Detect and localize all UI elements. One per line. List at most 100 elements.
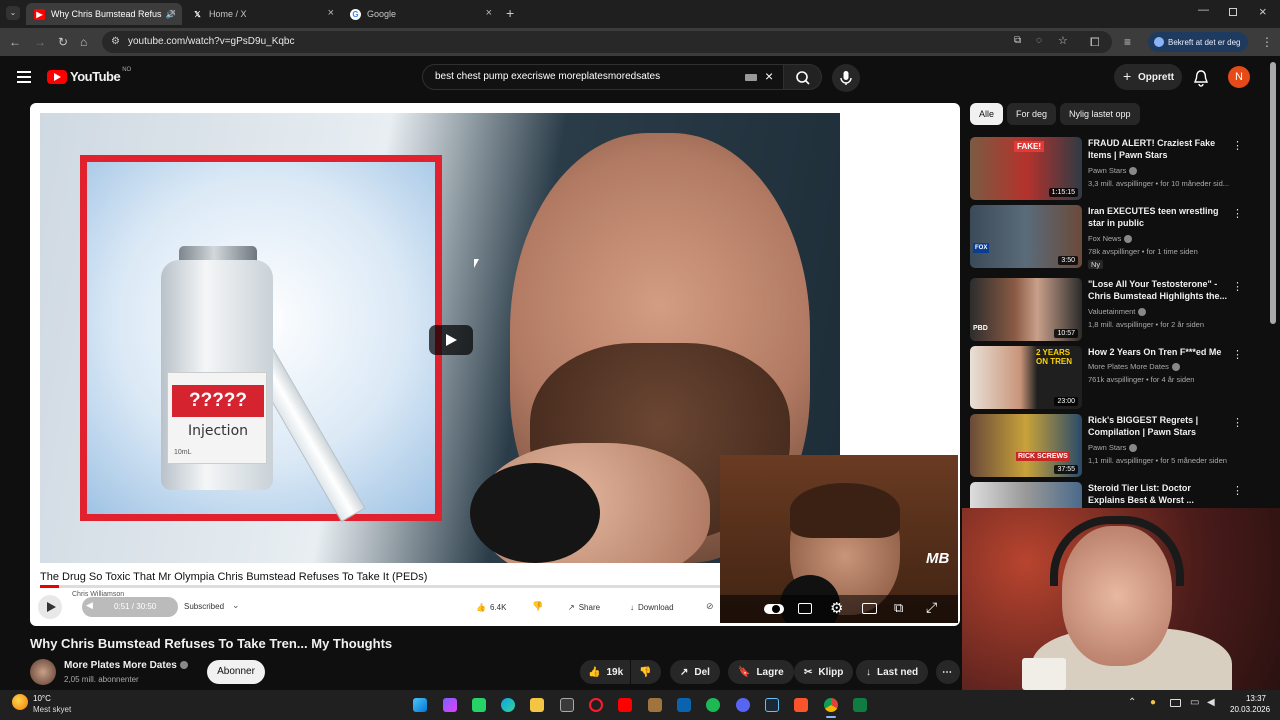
weather-temp[interactable]: 10°C	[33, 694, 51, 703]
search-button[interactable]	[784, 64, 822, 90]
profile-verify-chip[interactable]: Bekreft at det er deg	[1148, 32, 1248, 52]
voice-search-button[interactable]	[832, 64, 860, 92]
bookmark-star-icon[interactable]: ☆	[1058, 34, 1068, 47]
discord-icon[interactable]	[736, 698, 750, 712]
excel-icon[interactable]	[853, 698, 867, 712]
chip-for-you[interactable]: For deg	[1007, 103, 1057, 125]
recommended-video[interactable]: Steroid Tier List: Doctor Explains Best …	[970, 482, 1270, 508]
steam-icon[interactable]	[765, 698, 779, 712]
store-icon[interactable]	[560, 698, 574, 712]
brave-icon[interactable]	[794, 698, 808, 712]
subscribe-button[interactable]: Abonner	[207, 660, 265, 684]
theater-mode-icon[interactable]	[862, 603, 877, 614]
search-input[interactable]: best chest pump execriswe moreplatesmore…	[422, 64, 784, 90]
save-button[interactable]: 🔖 Lagre	[728, 660, 794, 684]
like-button[interactable]: 👍 19k	[580, 660, 630, 684]
site-info-icon[interactable]: ⚙	[111, 36, 120, 47]
volume-icon[interactable]: ◀	[86, 600, 93, 611]
reload-icon[interactable]: ↻	[58, 35, 68, 49]
chevron-down-icon[interactable]: ⌄	[232, 600, 240, 611]
recommended-video[interactable]: RICK SCREWS 37:55 Rick's BIGGEST Regrets…	[970, 414, 1270, 478]
channel-name[interactable]: More Plates More Dates	[64, 660, 188, 671]
tray-keyboard-icon[interactable]	[1170, 699, 1181, 707]
youtube-logo[interactable]: YouTube NO	[47, 67, 131, 84]
like-button-small[interactable]: 👍 6.4K	[476, 597, 506, 617]
download-button[interactable]: ↓ Last ned	[856, 660, 929, 684]
tray-chevron-icon[interactable]: ⌃	[1128, 697, 1136, 708]
close-tab-icon[interactable]: ×	[328, 7, 334, 19]
taskbar-clock[interactable]: 13:37 20.03.2026	[1230, 694, 1270, 714]
autoplay-toggle[interactable]	[764, 604, 784, 614]
reading-list-icon[interactable]: ≡	[1124, 35, 1131, 49]
minimize-icon[interactable]: —	[1198, 4, 1209, 16]
youtube-app-icon[interactable]	[618, 698, 632, 712]
more-vert-icon[interactable]: ⋮	[1232, 139, 1243, 152]
subtitles-icon[interactable]	[798, 603, 812, 614]
close-tab-icon[interactable]: ×	[170, 7, 176, 19]
tab-youtube[interactable]: ▶ Why Chris Bumstead Refus 🔊 ×	[26, 3, 182, 25]
weather-desc[interactable]: Mest skyet	[33, 705, 71, 714]
forward-icon[interactable]: →	[34, 35, 46, 49]
subscribed-button[interactable]: Subscribed	[184, 602, 224, 611]
address-bar[interactable]: ⚙ youtube.com/watch?v=gPsD9u_Kqbc ⧉ ◌ ☆	[102, 31, 1112, 53]
more-actions-button[interactable]: ⋯	[936, 660, 960, 684]
chat-icon[interactable]	[472, 698, 486, 712]
more-vert-icon[interactable]: ⋮	[1232, 207, 1243, 220]
new-tab-button[interactable]: +	[506, 5, 514, 21]
account-avatar[interactable]: N	[1228, 66, 1250, 88]
notifications-bell-icon[interactable]	[1193, 69, 1209, 87]
tab-search-icon[interactable]: ⌄	[6, 6, 20, 20]
browser-menu-icon[interactable]: ⋮	[1261, 35, 1273, 49]
tray-volume-icon[interactable]: ◀	[1207, 697, 1215, 708]
channel-avatar[interactable]	[30, 659, 56, 685]
copilot-icon[interactable]	[443, 698, 457, 712]
close-tab-icon[interactable]: ×	[486, 7, 492, 19]
tab-x[interactable]: 𝕏 Home / X ×	[184, 3, 340, 25]
home-icon[interactable]: ⌂	[80, 35, 87, 49]
cast-icon[interactable]: ⧉	[894, 600, 903, 616]
create-button[interactable]: + Opprett	[1114, 64, 1182, 90]
fullscreen-icon[interactable]: ⤢	[926, 599, 937, 616]
eye-off-icon[interactable]: ◌	[1036, 35, 1042, 46]
chrome-icon[interactable]	[824, 698, 838, 712]
share-button[interactable]: ↗ Del	[670, 660, 720, 684]
opera-icon[interactable]	[589, 698, 603, 712]
tray-network-icon[interactable]: ▭	[1190, 697, 1199, 708]
more-vert-icon[interactable]: ⋮	[1232, 416, 1243, 429]
thanks-icon[interactable]: ⊘	[706, 601, 714, 612]
game-icon[interactable]	[648, 698, 662, 712]
settings-gear-icon[interactable]: ⚙	[830, 599, 843, 617]
recommended-video[interactable]: 2 YEARS ON TREN 23:00 How 2 Years On Tren…	[970, 346, 1270, 410]
file-explorer-icon[interactable]	[530, 698, 544, 712]
keyboard-icon[interactable]	[745, 74, 757, 81]
play-button[interactable]	[429, 325, 473, 355]
share-button-small[interactable]: ↗ Share	[568, 597, 600, 617]
page-scrollbar[interactable]	[1270, 62, 1276, 324]
recommended-video[interactable]: PBD 10:57 "Lose All Your Testosterone" -…	[970, 278, 1270, 342]
windows-start-icon[interactable]	[413, 698, 427, 712]
download-button-small[interactable]: ↓ Download	[630, 597, 674, 617]
tab-google[interactable]: G Google ×	[342, 3, 498, 25]
outlook-icon[interactable]	[677, 698, 691, 712]
recommended-video[interactable]: FAKE! 1:15:15 FRAUD ALERT! Craziest Fake…	[970, 137, 1270, 201]
recommended-video[interactable]: FOX 3:50 Iran EXECUTES teen wrestling st…	[970, 205, 1270, 269]
chip-recently-uploaded[interactable]: Nylig lastet opp	[1060, 103, 1140, 125]
more-vert-icon[interactable]: ⋮	[1232, 348, 1243, 361]
play-pause-button[interactable]	[38, 595, 62, 619]
thumbs-down-icon[interactable]: 👎	[532, 601, 543, 612]
hamburger-menu-icon[interactable]	[17, 71, 31, 83]
weather-icon[interactable]	[12, 694, 28, 710]
extensions-icon[interactable]: ⧠	[1090, 35, 1100, 50]
chip-all[interactable]: Alle	[970, 103, 1004, 125]
clip-button[interactable]: ✂ Klipp	[794, 660, 854, 684]
progress-bar[interactable]	[40, 585, 720, 588]
more-vert-icon[interactable]: ⋮	[1232, 280, 1243, 293]
more-vert-icon[interactable]: ⋮	[1232, 484, 1243, 497]
edge-icon[interactable]	[501, 698, 515, 712]
maximize-icon[interactable]	[1229, 8, 1237, 16]
close-window-icon[interactable]: ×	[1259, 4, 1267, 19]
back-icon[interactable]: ←	[9, 35, 21, 49]
install-icon[interactable]: ⧉	[1014, 35, 1021, 46]
spotify-icon[interactable]	[706, 698, 720, 712]
tray-mic-icon[interactable]: ●	[1150, 697, 1156, 708]
